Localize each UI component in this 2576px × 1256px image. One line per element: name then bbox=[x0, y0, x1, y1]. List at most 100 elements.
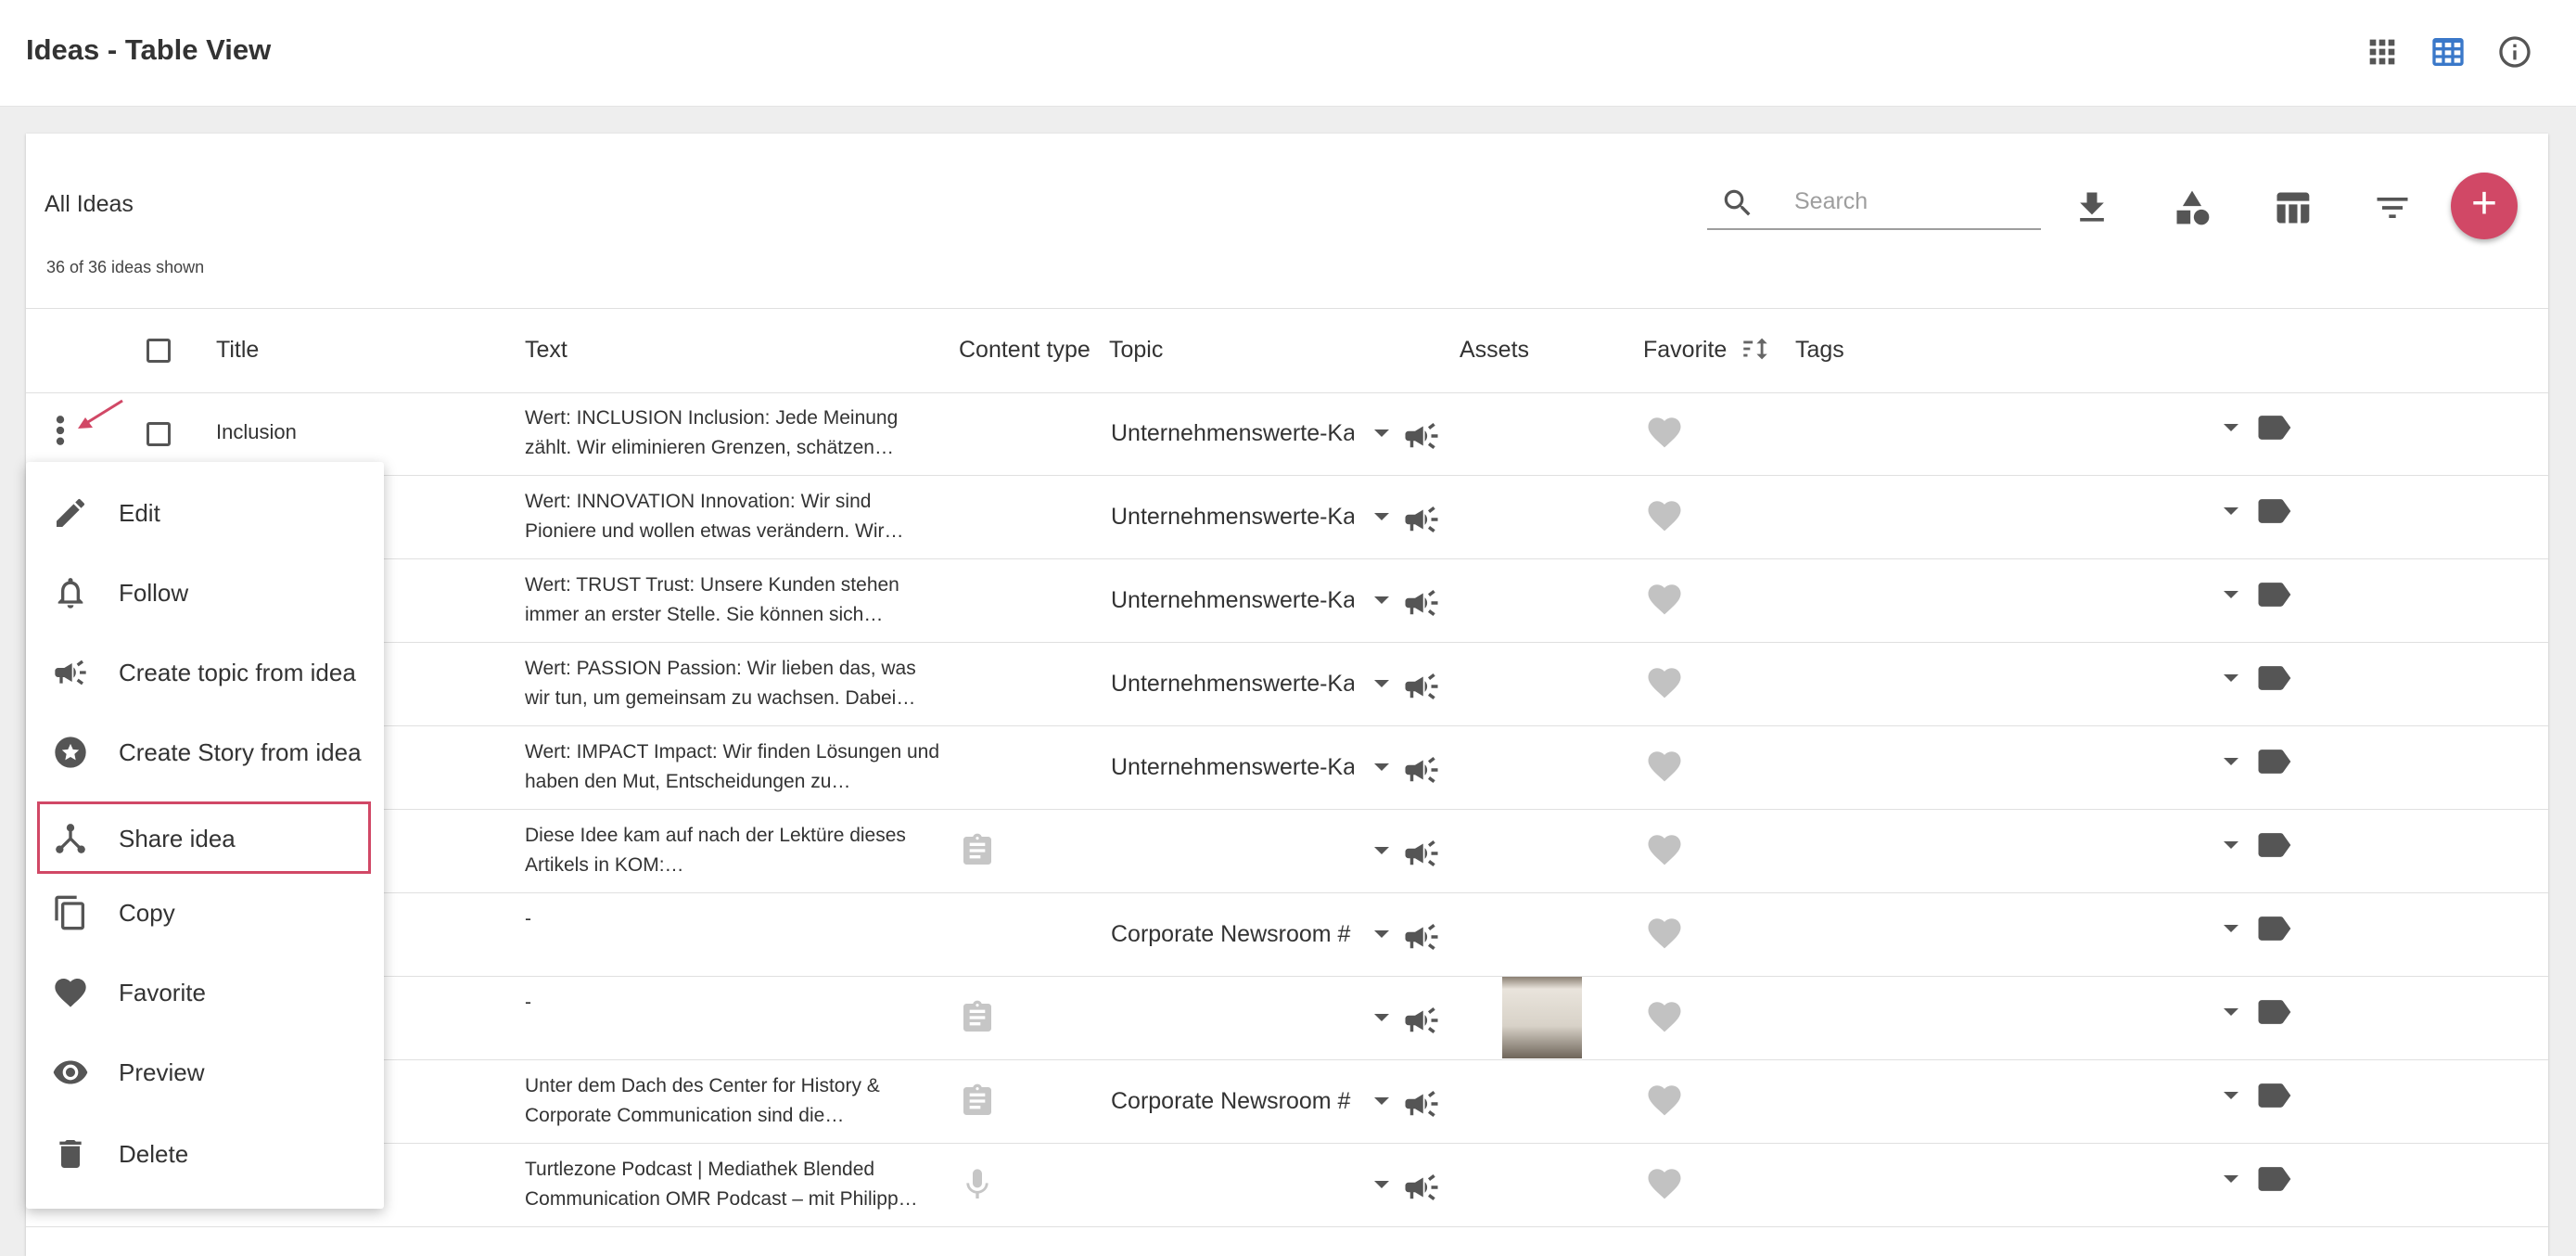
grid-view-icon[interactable] bbox=[2364, 33, 2401, 70]
cell-title[interactable]: Inclusion bbox=[216, 420, 494, 444]
cell-topic[interactable]: Unternehmenswerte-Ka bbox=[1111, 754, 1354, 781]
filter-icon[interactable] bbox=[2372, 187, 2413, 228]
tags-dropdown-icon[interactable] bbox=[2224, 674, 2238, 682]
menu-item-favorite[interactable]: Favorite bbox=[26, 955, 384, 1030]
heart-icon[interactable] bbox=[1645, 663, 1684, 702]
search-box bbox=[1707, 176, 2041, 230]
megaphone-icon[interactable] bbox=[1402, 1001, 1441, 1040]
menu-item-preview[interactable]: Preview bbox=[26, 1035, 384, 1109]
table-row: anagemen…-Corporate Newsroom # bbox=[26, 893, 2548, 977]
tag-icon[interactable] bbox=[2253, 1159, 2294, 1199]
menu-item-label: Create topic from idea bbox=[119, 659, 356, 686]
cell-text: Wert: PASSION Passion: Wir lieben das, w… bbox=[525, 658, 916, 709]
cell-topic[interactable]: Unternehmenswerte-Ka bbox=[1111, 587, 1354, 614]
megaphone-icon[interactable] bbox=[1402, 917, 1441, 956]
cell-topic[interactable]: Unternehmenswerte-Ka bbox=[1111, 420, 1354, 447]
columns-icon[interactable] bbox=[2272, 187, 2313, 228]
tags-dropdown-icon[interactable] bbox=[2224, 424, 2238, 431]
sort-icon[interactable] bbox=[1740, 333, 1771, 365]
menu-item-copy[interactable]: Copy bbox=[26, 876, 384, 950]
header-content-type[interactable]: Content type bbox=[959, 337, 1090, 364]
megaphone-icon[interactable] bbox=[1402, 834, 1441, 873]
heart-icon[interactable] bbox=[1645, 747, 1684, 786]
header-favorite[interactable]: Favorite bbox=[1643, 337, 1727, 364]
heart-icon[interactable] bbox=[1645, 580, 1684, 619]
tag-icon[interactable] bbox=[2253, 992, 2294, 1032]
heart-icon[interactable] bbox=[1645, 413, 1684, 452]
table-view-icon[interactable] bbox=[2429, 33, 2467, 70]
search-input[interactable] bbox=[1792, 187, 2028, 216]
topic-dropdown-icon[interactable] bbox=[1374, 1181, 1389, 1188]
tag-icon[interactable] bbox=[2253, 407, 2294, 448]
topic-dropdown-icon[interactable] bbox=[1374, 930, 1389, 938]
menu-item-share-idea[interactable]: Share idea bbox=[37, 801, 371, 874]
tags-dropdown-icon[interactable] bbox=[2224, 1092, 2238, 1099]
megaphone-icon[interactable] bbox=[1402, 667, 1441, 706]
topic-dropdown-icon[interactable] bbox=[1374, 596, 1389, 604]
tags-dropdown-icon[interactable] bbox=[2224, 1008, 2238, 1016]
tags-dropdown-icon[interactable] bbox=[2224, 758, 2238, 765]
tag-icon[interactable] bbox=[2253, 658, 2294, 698]
header-title[interactable]: Title bbox=[216, 337, 259, 364]
tag-icon[interactable] bbox=[2253, 908, 2294, 949]
ideas-count: 36 of 36 ideas shown bbox=[46, 258, 205, 276]
cell-topic[interactable]: Unternehmenswerte-Ka bbox=[1111, 671, 1354, 698]
header-assets[interactable]: Assets bbox=[1460, 337, 1529, 364]
tag-icon[interactable] bbox=[2253, 741, 2294, 782]
cell-topic[interactable]: Corporate Newsroom # bbox=[1111, 921, 1354, 948]
heart-icon[interactable] bbox=[1645, 1164, 1684, 1203]
download-icon[interactable] bbox=[2072, 187, 2112, 228]
header-topic[interactable]: Topic bbox=[1109, 337, 1163, 364]
add-idea-button[interactable]: + bbox=[2451, 173, 2518, 239]
heart-icon[interactable] bbox=[1645, 830, 1684, 869]
ideas-card: All Ideas 36 of 36 ideas shown + Title T… bbox=[26, 134, 2548, 1256]
menu-item-create-story[interactable]: Create Story from idea bbox=[26, 715, 384, 789]
tags-dropdown-icon[interactable] bbox=[2224, 1175, 2238, 1183]
info-icon[interactable] bbox=[2496, 33, 2533, 70]
topic-dropdown-icon[interactable] bbox=[1374, 1097, 1389, 1105]
copy-icon bbox=[55, 895, 84, 930]
megaphone-icon[interactable] bbox=[1402, 500, 1441, 539]
topic-dropdown-icon[interactable] bbox=[1374, 680, 1389, 687]
cell-text: Wert: TRUST Trust: Unsere Kunden stehen … bbox=[525, 574, 899, 625]
topic-dropdown-icon[interactable] bbox=[1374, 1014, 1389, 1021]
tag-icon[interactable] bbox=[2253, 574, 2294, 615]
tag-icon[interactable] bbox=[2253, 825, 2294, 865]
menu-item-follow[interactable]: Follow bbox=[26, 556, 384, 630]
shapes-icon[interactable] bbox=[2172, 187, 2213, 228]
menu-item-edit[interactable]: Edit bbox=[26, 476, 384, 550]
menu-item-create-topic[interactable]: Create topic from idea bbox=[26, 635, 384, 710]
header-tags[interactable]: Tags bbox=[1795, 337, 1844, 364]
tags-dropdown-icon[interactable] bbox=[2224, 507, 2238, 515]
megaphone-icon[interactable] bbox=[1402, 1168, 1441, 1207]
tags-dropdown-icon[interactable] bbox=[2224, 591, 2238, 598]
select-all-checkbox[interactable] bbox=[147, 339, 171, 363]
megaphone-icon[interactable] bbox=[1402, 1084, 1441, 1123]
heart-icon[interactable] bbox=[1645, 914, 1684, 953]
menu-item-label: Copy bbox=[119, 899, 175, 927]
topic-dropdown-icon[interactable] bbox=[1374, 513, 1389, 520]
megaphone-icon[interactable] bbox=[1402, 583, 1441, 622]
megaphone-icon[interactable] bbox=[1402, 750, 1441, 789]
heart-icon[interactable] bbox=[1645, 496, 1684, 535]
topic-dropdown-icon[interactable] bbox=[1374, 763, 1389, 771]
tag-icon[interactable] bbox=[2253, 1075, 2294, 1116]
tags-dropdown-icon[interactable] bbox=[2224, 841, 2238, 849]
tag-icon[interactable] bbox=[2253, 491, 2294, 532]
search-icon bbox=[1724, 189, 1751, 216]
row-checkbox[interactable] bbox=[147, 422, 171, 446]
tags-dropdown-icon[interactable] bbox=[2224, 925, 2238, 932]
heart-icon[interactable] bbox=[1645, 1081, 1684, 1120]
menu-item-label: Favorite bbox=[119, 979, 206, 1006]
topic-dropdown-icon[interactable] bbox=[1374, 847, 1389, 854]
heart-icon[interactable] bbox=[1645, 997, 1684, 1036]
megaphone-icon[interactable] bbox=[1402, 417, 1441, 455]
cell-topic[interactable]: Corporate Newsroom # bbox=[1111, 1088, 1354, 1115]
cell-topic[interactable]: Unternehmenswerte-Ka bbox=[1111, 504, 1354, 531]
menu-item-delete[interactable]: Delete bbox=[26, 1117, 384, 1191]
table-row: Wert: INNOVATION Innovation: Wir sind Pi… bbox=[26, 476, 2548, 559]
topic-dropdown-icon[interactable] bbox=[1374, 429, 1389, 437]
more-vert-icon[interactable] bbox=[48, 412, 72, 449]
header-text[interactable]: Text bbox=[525, 337, 567, 364]
asset-thumbnail[interactable] bbox=[1502, 977, 1582, 1058]
